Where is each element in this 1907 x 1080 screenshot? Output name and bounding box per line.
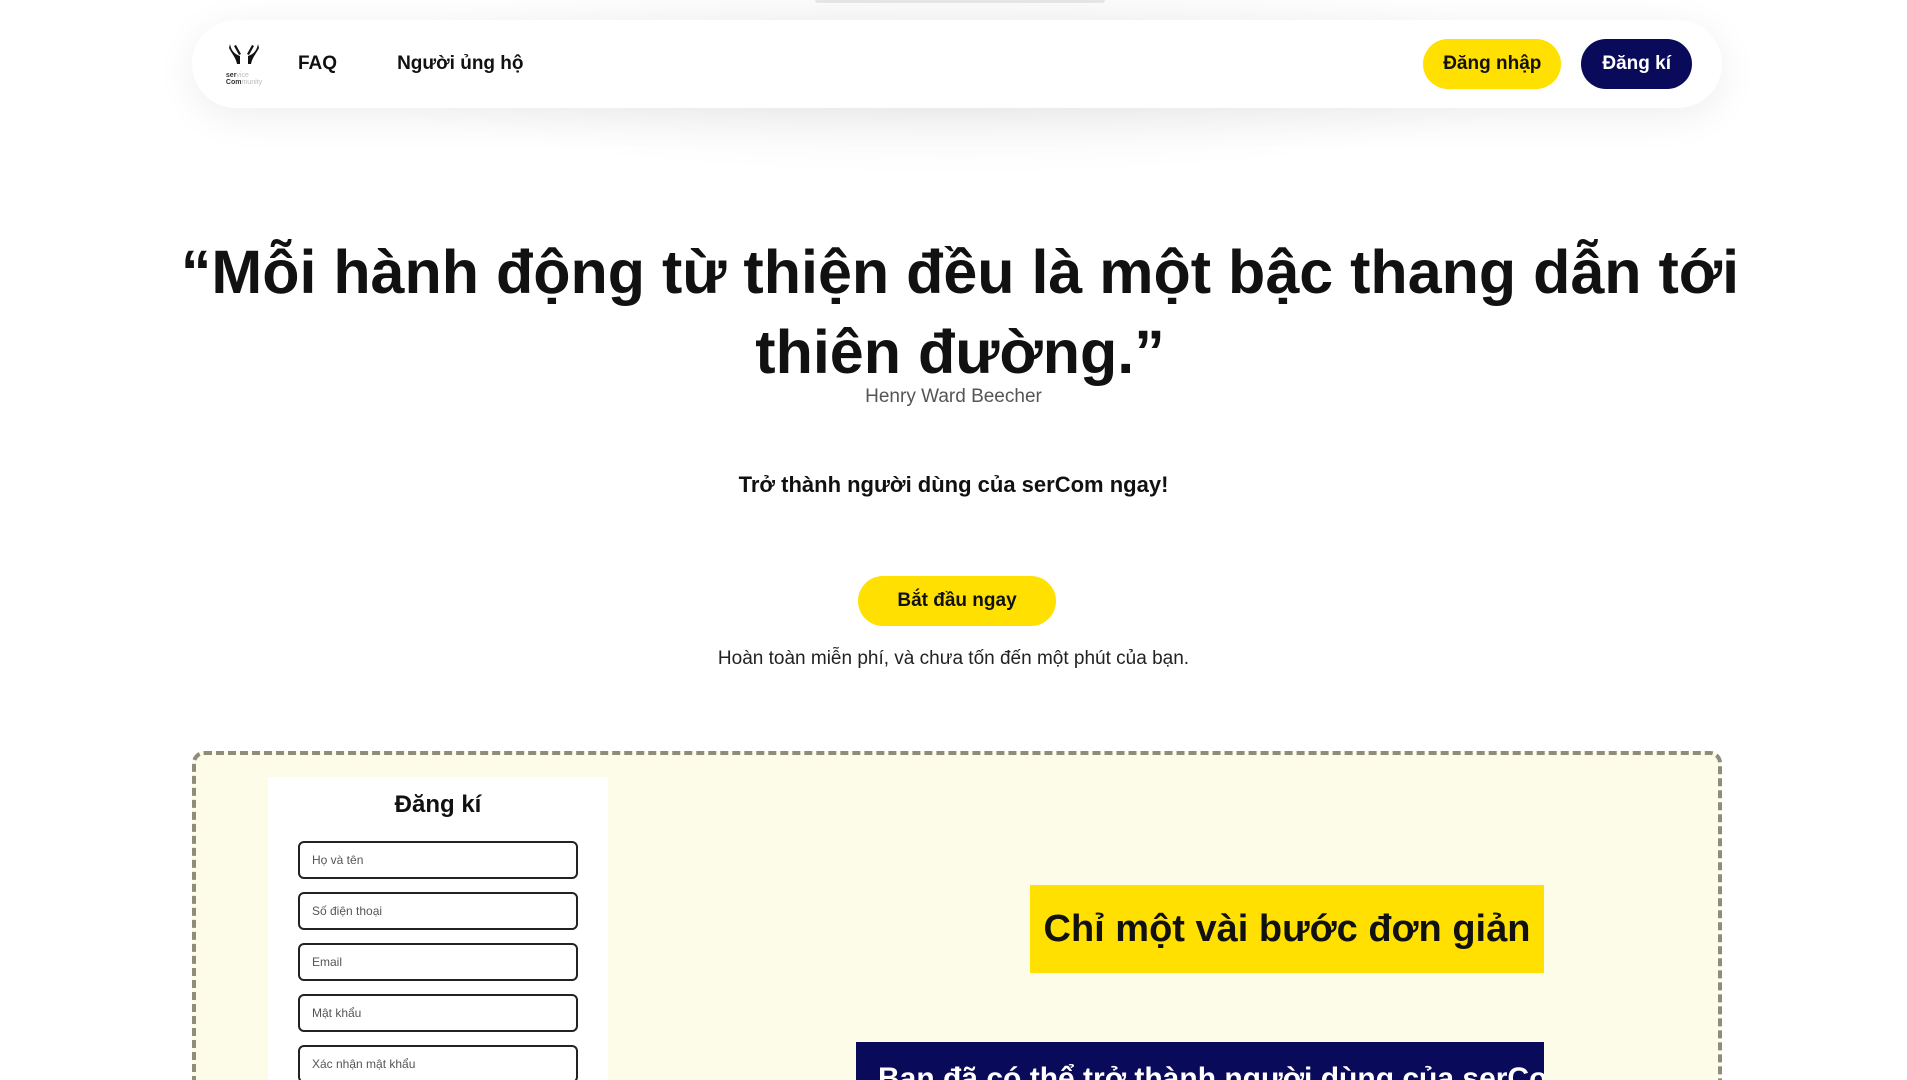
password-input[interactable] (298, 994, 578, 1032)
confirm-password-input[interactable] (298, 1045, 578, 1080)
logo-wordmark: service Community (225, 72, 263, 86)
nav-link-faq[interactable]: FAQ (298, 53, 337, 75)
full-name-input[interactable] (298, 841, 578, 879)
signup-form: Đăng kí (268, 777, 608, 1080)
cta-heading: Trở thành người dùng của serCom ngay! (738, 472, 1169, 497)
hero-quote: “Mỗi hành động từ thiện đều là một bậc t… (180, 238, 1740, 386)
cta-note: Hoàn toàn miễn phí, và chưa tốn đến một … (717, 648, 1190, 669)
steps-banner: Bạn đã có thể trở thành người dùng của s… (856, 1042, 1544, 1080)
raised-hands-icon (229, 44, 259, 64)
steps-title: Chỉ một vài bước đơn giản (1030, 885, 1544, 973)
nav-link-supporters[interactable]: Người ủng hộ (397, 53, 523, 75)
page: service Community FAQ Người ủng hộ Đăng … (0, 0, 1907, 1080)
quote-author: Henry Ward Beecher (865, 386, 1042, 407)
start-now-button[interactable]: Bắt đầu ngay (858, 576, 1056, 626)
email-input[interactable] (298, 943, 578, 981)
signup-form-title: Đăng kí (394, 791, 482, 818)
phone-input[interactable] (298, 892, 578, 930)
login-button[interactable]: Đăng nhập (1423, 39, 1562, 89)
register-button[interactable]: Đăng kí (1581, 39, 1692, 89)
logo[interactable]: service Community (220, 38, 268, 90)
top-notch (815, 0, 1105, 3)
navbar: service Community FAQ Người ủng hộ Đăng … (192, 20, 1722, 108)
